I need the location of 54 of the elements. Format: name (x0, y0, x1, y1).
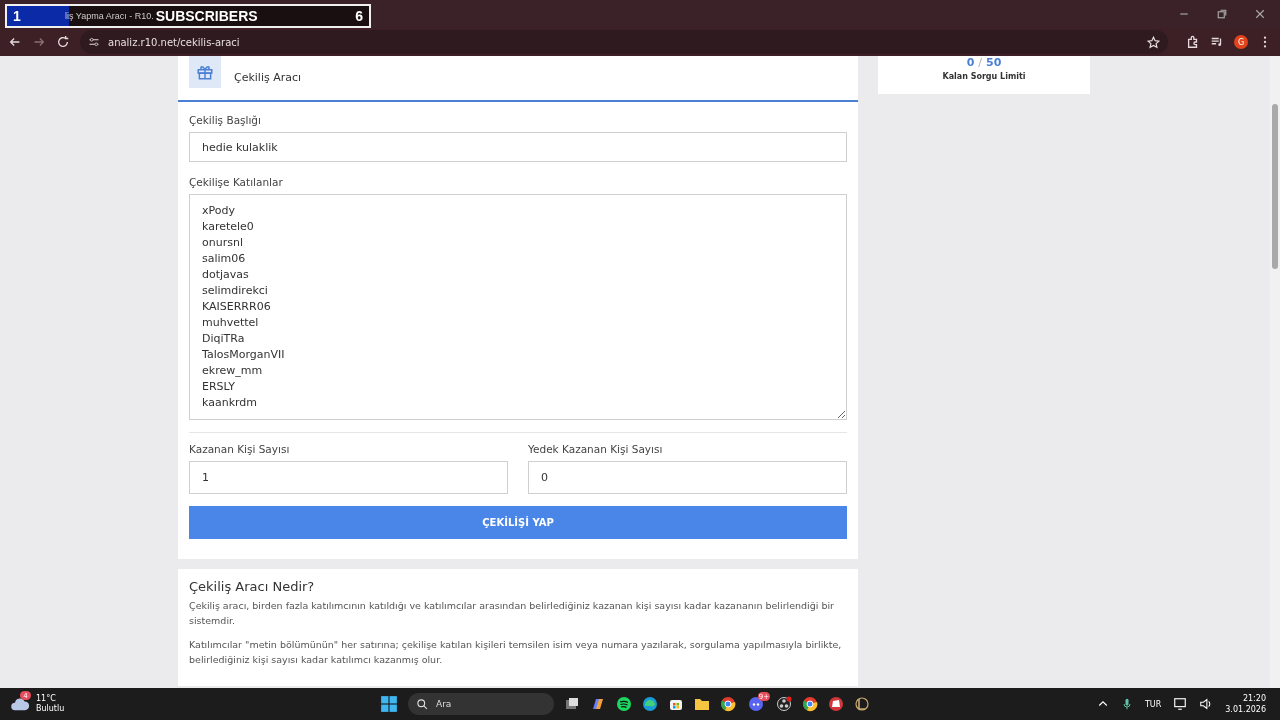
gift-icon (196, 63, 214, 81)
edge-icon[interactable] (642, 696, 658, 712)
participants-textarea[interactable]: xPody karetele0 onursnl salim06 dotjavas selimdirekci KAISERRR06 muhvettel DiqiTRa TalosMorganVII ekrew_mm ERSLY kaankrdm (189, 194, 847, 420)
microphone-icon[interactable] (1120, 698, 1133, 710)
paragraph: Katılımcılar "metin bölümünün" her satırına; çekilişe katılan kişileri temsilen isim veya numara yazılarak, sorgulama yapılmasıyla birlikte, belirlediğiniz kişi sayısı kadar katılımcı kazanmış olur. (189, 638, 843, 667)
winner-count-input[interactable]: 1 (189, 461, 508, 494)
folder-icon[interactable] (694, 696, 710, 712)
limit-label: Kalan Sorgu Limiti (942, 72, 1026, 81)
reload-icon[interactable] (56, 35, 70, 49)
temperature: 11°C (36, 694, 57, 704)
subscriber-count: 1 (13, 8, 22, 24)
close-icon[interactable] (1254, 8, 1266, 20)
draw-button[interactable]: ÇEKİLİŞİ YAP (189, 506, 847, 539)
paragraph: Çekiliş aracı, birden fazla katılımcının katıldığı ve katılımcılar arasından belirlediğiniz kazanan kişi sayısı kadar kazananın belirlendiği bir sistemdir. (189, 599, 835, 628)
search-icon (416, 698, 428, 710)
field-label: Yedek Kazanan Kişi Sayısı (528, 443, 664, 455)
subscriber-goal: 6 (355, 8, 363, 24)
clock-date[interactable]: 3.01.2026 (1225, 704, 1266, 715)
start-icon[interactable] (380, 695, 398, 713)
star-icon[interactable] (1147, 35, 1160, 49)
chrome-icon[interactable] (720, 696, 736, 712)
card-title: Çekiliş Aracı (234, 70, 302, 84)
site-settings-icon[interactable] (88, 36, 100, 48)
page-scrollbar[interactable] (1270, 56, 1280, 688)
title-input[interactable]: hedie kulaklik (189, 132, 847, 162)
spotify-icon[interactable] (616, 696, 632, 712)
extensions-icon[interactable] (1186, 35, 1200, 49)
media-icon[interactable] (1210, 35, 1224, 49)
field-label: Çekilişe Katılanlar (189, 176, 284, 188)
riot-icon[interactable] (828, 696, 844, 712)
total-count: 50 (986, 56, 1002, 69)
back-icon[interactable] (8, 35, 22, 49)
chrome-icon[interactable] (802, 696, 818, 712)
restore-icon[interactable] (1216, 8, 1228, 20)
weather-condition: Bulutlu (36, 704, 65, 714)
profile-avatar[interactable]: G (1234, 35, 1248, 49)
league-icon[interactable] (854, 696, 870, 712)
slash: / (978, 56, 983, 69)
language-indicator[interactable]: TUR (1144, 699, 1162, 709)
network-icon[interactable] (1173, 697, 1188, 711)
field-label: Çekiliş Başlığı (189, 114, 262, 126)
field-label: Kazanan Kişi Sayısı (189, 443, 291, 455)
backup-count-input[interactable]: 0 (528, 461, 847, 494)
obs-icon[interactable] (776, 696, 792, 712)
copilot-icon[interactable] (590, 696, 606, 712)
taskbar-search[interactable]: Ara (408, 693, 554, 715)
address-bar[interactable]: analiz.r10.net/cekilis-araci (80, 30, 1168, 54)
clock-time[interactable]: 21:20 (1225, 693, 1266, 704)
used-count: 0 (966, 56, 975, 69)
section-heading: Çekiliş Aracı Nedir? (189, 579, 316, 594)
tab-title[interactable]: liş Yapma Aracı - R10. (65, 11, 154, 21)
task-view-icon[interactable] (564, 696, 580, 712)
overlay-label: SUBSCRIBERS (155, 8, 258, 24)
forward-icon[interactable] (32, 35, 46, 49)
